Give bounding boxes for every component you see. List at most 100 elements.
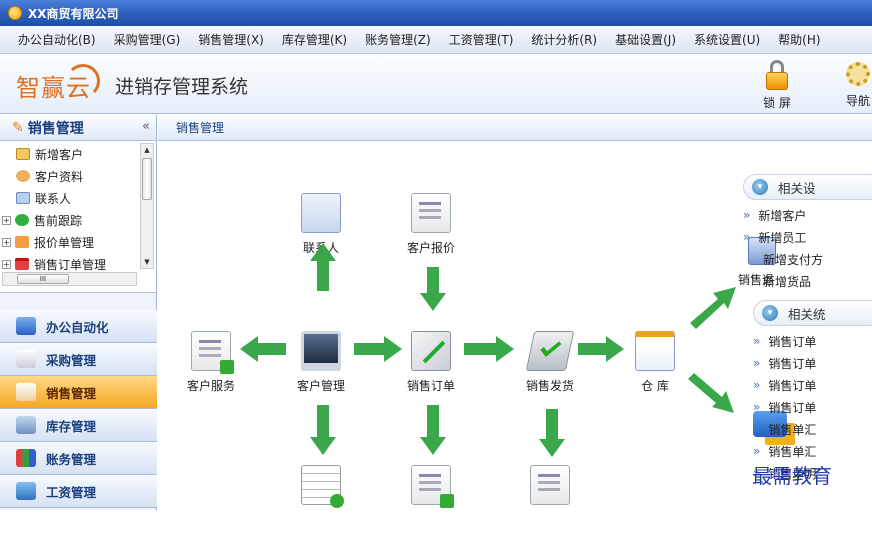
sidebar-header: ✎ 销售管理 « bbox=[0, 115, 156, 141]
sales-flow-diagram: 联系人 客户报价 客户服务 客户管理 销售订单 销售发货 仓 库 bbox=[158, 141, 872, 510]
lock-icon bbox=[764, 60, 790, 92]
tree-horizontal-scrollbar[interactable]: III bbox=[2, 272, 137, 286]
lock-screen-label: 锁 屏 bbox=[763, 96, 791, 110]
tree-vertical-scrollbar[interactable]: ▲ ▼ bbox=[140, 143, 154, 269]
arrow-down-order-doc bbox=[420, 405, 446, 455]
system-title: 进销存管理系统 bbox=[115, 76, 249, 98]
window-title: XX商贸有限公司 bbox=[28, 6, 119, 21]
tree-item-label: 新增客户 bbox=[35, 147, 84, 162]
app-icon bbox=[8, 6, 22, 20]
breadcrumb: 销售管理 bbox=[158, 115, 872, 141]
menu-purchase[interactable]: 采购管理(G) bbox=[114, 31, 181, 48]
navigation-label: 导航 bbox=[845, 94, 870, 108]
menu-bar: 办公自动化(B) 采购管理(G) 销售管理(X) 库存管理(K) 账务管理(Z)… bbox=[0, 26, 872, 54]
pen-icon bbox=[16, 350, 36, 368]
arrow-left-service bbox=[240, 336, 286, 362]
collapse-sidebar-button[interactable]: « bbox=[142, 119, 150, 134]
module-inventory[interactable]: 库存管理 bbox=[0, 409, 157, 442]
module-label: 采购管理 bbox=[46, 352, 97, 368]
tree-item-presales[interactable]: + 售前跟踪 bbox=[2, 209, 82, 231]
watermark: 最需教育 bbox=[752, 464, 832, 488]
module-purchase[interactable]: 采购管理 bbox=[0, 343, 157, 376]
logo-cloud-icon bbox=[66, 64, 100, 98]
module-label: 工资管理 bbox=[46, 484, 97, 500]
scroll-down-arrow[interactable]: ▼ bbox=[141, 256, 153, 268]
collapse-circle-icon: ▾ bbox=[752, 179, 768, 195]
scroll-up-arrow[interactable]: ▲ bbox=[141, 144, 153, 156]
arrow-up-contacts bbox=[310, 243, 336, 291]
arrow-down-quote bbox=[420, 267, 446, 311]
module-sales[interactable]: 销售管理 bbox=[0, 376, 157, 409]
related-reports-header[interactable]: ▾ 相关统 bbox=[753, 300, 872, 326]
chart-icon bbox=[16, 449, 36, 467]
chevron-icon: » bbox=[753, 334, 761, 348]
expand-icon[interactable]: + bbox=[2, 259, 11, 269]
breadcrumb-item: 销售管理 bbox=[176, 121, 225, 135]
menu-sales[interactable]: 销售管理(X) bbox=[198, 31, 264, 48]
chevron-icon: » bbox=[753, 444, 761, 458]
tree-item-quotations[interactable]: + 报价单管理 bbox=[2, 231, 94, 253]
expand-icon[interactable]: + bbox=[2, 215, 11, 225]
report-link-4[interactable]: » 销售订单 bbox=[753, 396, 872, 418]
chevron-icon: » bbox=[753, 356, 761, 370]
related-link-new-goods[interactable]: 新增货品 bbox=[743, 270, 872, 292]
tree-item-label: 联系人 bbox=[35, 191, 72, 206]
collapse-circle-icon: ▾ bbox=[762, 305, 778, 321]
lock-screen-button[interactable]: 锁 屏 bbox=[752, 60, 802, 110]
tree-item-label: 销售订单管理 bbox=[34, 257, 107, 272]
expand-icon[interactable]: + bbox=[2, 237, 11, 247]
menu-accounts[interactable]: 账务管理(Z) bbox=[365, 31, 431, 48]
related-link-new-employee[interactable]: » 新增员工 bbox=[743, 226, 872, 248]
module-label: 销售管理 bbox=[46, 385, 97, 401]
hscroll-thumb[interactable]: III bbox=[17, 274, 69, 284]
menu-help[interactable]: 帮助(H) bbox=[778, 31, 820, 48]
chevron-icon: » bbox=[753, 378, 761, 392]
window-titlebar: XX商贸有限公司 bbox=[0, 0, 872, 26]
navigation-button[interactable]: 导航 bbox=[838, 60, 872, 110]
pen-icon bbox=[16, 383, 36, 401]
module-list: 办公自动化 采购管理 销售管理 库存管理 账务管理 工资管理 bbox=[0, 310, 157, 508]
arrow-down-payment bbox=[688, 373, 734, 413]
menu-basic-settings[interactable]: 基础设置(J) bbox=[615, 31, 676, 48]
module-accounts[interactable]: 账务管理 bbox=[0, 442, 157, 475]
arrow-right-order bbox=[354, 336, 402, 362]
sidebar-tree: 新增客户 客户资料 联系人 + 售前跟踪 + 报价单管理 + 销售订单管理 ▲ bbox=[0, 141, 156, 293]
menu-system-settings[interactable]: 系统设置(U) bbox=[694, 31, 760, 48]
menu-statistics[interactable]: 统计分析(R) bbox=[531, 31, 597, 48]
menu-payroll[interactable]: 工资管理(T) bbox=[449, 31, 514, 48]
sidebar-title: 销售管理 bbox=[27, 120, 84, 137]
report-link-1[interactable]: » 销售订单 bbox=[753, 330, 872, 352]
related-link-new-customer[interactable]: » 新增客户 bbox=[743, 204, 872, 226]
related-reports-title: 相关统 bbox=[788, 306, 826, 322]
module-payroll[interactable]: 工资管理 bbox=[0, 475, 157, 508]
tree-item-customer-info[interactable]: 客户资料 bbox=[16, 165, 83, 187]
calendar-icon bbox=[15, 258, 29, 270]
related-settings-header[interactable]: ▾ 相关设 bbox=[743, 174, 872, 200]
chevron-icon: » bbox=[743, 230, 751, 244]
module-office-automation[interactable]: 办公自动化 bbox=[0, 310, 157, 343]
tree-item-contacts[interactable]: 联系人 bbox=[16, 187, 71, 209]
module-label: 办公自动化 bbox=[46, 319, 109, 335]
report-link-2[interactable]: » 销售订单 bbox=[753, 352, 872, 374]
arrow-down-delivery-doc bbox=[539, 409, 565, 457]
monitor-icon bbox=[16, 317, 36, 335]
related-settings-title: 相关设 bbox=[778, 180, 816, 196]
main-panel: 销售管理 联系人 客户报价 客户服务 客户管理 销售订单 销售发货 仓 bbox=[158, 115, 872, 510]
report-link-6[interactable]: » 销售单汇 bbox=[753, 440, 872, 462]
related-link-new-payment[interactable]: 新增支付方 bbox=[743, 248, 872, 270]
arrow-down-spreadsheet bbox=[310, 405, 336, 455]
chevron-icon: » bbox=[753, 422, 761, 436]
menu-inventory[interactable]: 库存管理(K) bbox=[282, 31, 347, 48]
arrows-icon bbox=[16, 416, 36, 434]
report-link-3[interactable]: » 销售订单 bbox=[753, 374, 872, 396]
payroll-icon bbox=[16, 482, 36, 500]
tree-item-label: 报价单管理 bbox=[34, 235, 95, 250]
scroll-thumb[interactable] bbox=[142, 158, 152, 200]
menu-office-automation[interactable]: 办公自动化(B) bbox=[18, 31, 96, 48]
person-icon bbox=[16, 170, 30, 182]
tree-item-new-customer[interactable]: 新增客户 bbox=[16, 143, 83, 165]
chevron-icon: » bbox=[753, 400, 761, 414]
report-link-5[interactable]: » 销售单汇 bbox=[753, 418, 872, 440]
card-icon bbox=[16, 148, 30, 160]
arrow-up-return bbox=[690, 287, 736, 329]
